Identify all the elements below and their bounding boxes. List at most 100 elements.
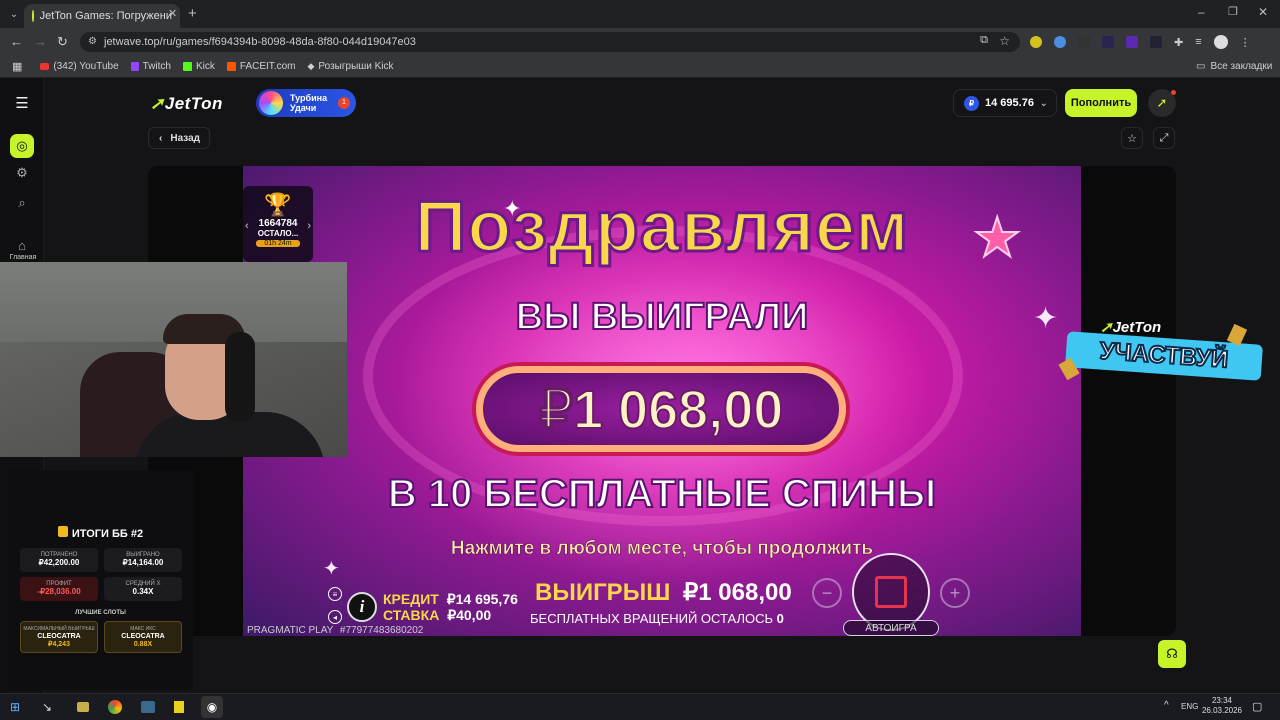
obs-icon[interactable]: ◉ bbox=[201, 696, 223, 718]
apps-grid-icon[interactable]: ▦ bbox=[12, 60, 22, 73]
won-card: ВЫИГРАНО ₽14,164.00 bbox=[104, 548, 182, 572]
star-icon: ☆ bbox=[1127, 132, 1137, 145]
tab-search-icon[interactable]: ⌄ bbox=[6, 6, 22, 22]
tournament-value: 1664784 bbox=[258, 218, 298, 229]
jetton-logo[interactable]: ➚JetTon bbox=[150, 94, 223, 114]
max-x-card: МАКС ИКС CLEOCATRA 0.88X bbox=[104, 621, 182, 653]
expand-icon: ⤢ bbox=[1159, 131, 1169, 144]
win-amount-plate: ₽1 068,00 bbox=[476, 366, 846, 452]
menu-hamburger-icon[interactable]: ☰ bbox=[9, 90, 35, 116]
credit-value: ₽14 695,76 bbox=[446, 591, 518, 607]
turbo-label: Турбина Удачи bbox=[290, 93, 328, 113]
app-icon[interactable]: ↘ bbox=[42, 700, 52, 714]
bookmark-kick-giveaways[interactable]: ◆ Розыгрыши Kick bbox=[307, 61, 393, 72]
app-icon[interactable] bbox=[141, 701, 155, 713]
chevron-left-icon[interactable]: ‹ bbox=[245, 220, 249, 232]
app-icon[interactable] bbox=[77, 702, 89, 712]
promo-participate-banner[interactable]: ➚JetTon УЧАСТВУЙ bbox=[1058, 318, 1270, 381]
all-bookmarks[interactable]: ▭ Все закладки bbox=[1196, 61, 1272, 72]
decrease-bet-button[interactable]: − bbox=[812, 578, 842, 608]
sound-icon[interactable]: ◂ bbox=[328, 610, 342, 624]
free-spins-left: БЕСПЛАТНЫХ ВРАЩЕНИЙ ОСТАЛОСЬ 0 bbox=[530, 611, 784, 626]
autoplay-button[interactable]: АВТОИГРА bbox=[843, 620, 939, 636]
turbo-luck-button[interactable]: Турбина Удачи 1 bbox=[256, 89, 356, 117]
turbo-badge: 1 bbox=[338, 97, 350, 109]
menu-lines-icon[interactable]: ≡ bbox=[328, 587, 342, 601]
topup-button[interactable]: Пополнить bbox=[1065, 89, 1137, 117]
menu-dots-icon[interactable]: ⋮ bbox=[1240, 36, 1251, 49]
youtube-icon bbox=[40, 63, 50, 70]
profile-avatar-icon[interactable] bbox=[1213, 35, 1228, 49]
settings-icon[interactable]: ⚙ bbox=[9, 160, 35, 186]
chrome-icon[interactable] bbox=[108, 700, 122, 714]
games-icon[interactable]: ◎ bbox=[10, 134, 34, 158]
site-info-icon[interactable]: ⚙ bbox=[88, 36, 97, 47]
favorite-button[interactable]: ☆ bbox=[1121, 127, 1143, 149]
media-icon[interactable]: ≡ bbox=[1195, 36, 1201, 48]
spent-card: ПОТРАЧЕНО ₽42,200.00 bbox=[20, 548, 98, 572]
puzzle-icon[interactable]: ✚ bbox=[1174, 36, 1183, 49]
notifications-icon[interactable]: ▢ bbox=[1252, 700, 1262, 713]
fs-left-label: БЕСПЛАТНЫХ ВРАЩЕНИЙ ОСТАЛОСЬ bbox=[530, 611, 774, 626]
restore-icon[interactable]: ❐ bbox=[1228, 5, 1238, 18]
bonus-hunt-stats: ИТОГИ ББ #2 ПОТРАЧЕНО ₽42,200.00 ВЫИГРАНО… bbox=[8, 470, 193, 690]
extension-icon[interactable] bbox=[1054, 36, 1066, 48]
forward-nav-icon[interactable]: → bbox=[34, 34, 47, 49]
avg-card: СРЕДНИЙ Х 0.34X bbox=[104, 577, 182, 601]
back-button[interactable]: ‹ Назад bbox=[148, 127, 210, 149]
windows-taskbar: ⊞ ↘ ◉ ^ ENG 23:34 26.03.2026 ▢ bbox=[0, 693, 1280, 720]
app-icon[interactable] bbox=[174, 701, 184, 713]
new-tab-icon[interactable]: + bbox=[188, 5, 197, 22]
bookmark-youtube[interactable]: (342) YouTube bbox=[40, 61, 119, 72]
lang-indicator[interactable]: ENG bbox=[1181, 702, 1198, 711]
info-icon[interactable]: i bbox=[347, 592, 377, 622]
bookmark-twitch[interactable]: Twitch bbox=[130, 61, 171, 72]
increase-bet-button[interactable]: + bbox=[940, 578, 970, 608]
profit-card: ПРОФИТ -₽28,036.00 bbox=[20, 577, 98, 601]
stop-square-icon bbox=[875, 576, 907, 608]
stats-title: ИТОГИ ББ #2 bbox=[8, 526, 193, 540]
bookmarks-bar: ▦ (342) YouTube Twitch Kick FACEIT.com ◆… bbox=[0, 56, 1280, 78]
folder-icon: ▭ bbox=[1196, 61, 1206, 72]
win-line: ВЫИГРЫШ ₽1 068,00 bbox=[535, 578, 792, 607]
extension-icon[interactable] bbox=[1078, 36, 1090, 48]
tray-up-icon[interactable]: ^ bbox=[1164, 700, 1169, 711]
clock[interactable]: 23:34 26.03.2026 bbox=[1200, 696, 1244, 716]
balance-value: 14 695.76 bbox=[985, 97, 1034, 109]
support-chat-button[interactable]: ☊ bbox=[1158, 640, 1186, 668]
twitch-icon bbox=[130, 62, 139, 71]
extension-icon[interactable] bbox=[1126, 36, 1138, 48]
trophy-icon: 🏆 bbox=[264, 192, 292, 217]
reload-icon[interactable]: ↻ bbox=[57, 34, 68, 50]
fullscreen-button[interactable]: ⤢ bbox=[1153, 127, 1175, 149]
bookmark-star-icon[interactable]: ☆ bbox=[999, 34, 1010, 48]
close-tab-icon[interactable]: ✕ bbox=[168, 7, 177, 20]
logo-arrow-icon: ➚ bbox=[150, 94, 165, 113]
url-text: jetwave.top/ru/games/f694394b-8098-48da-… bbox=[104, 36, 416, 48]
back-nav-icon[interactable]: ← bbox=[10, 34, 23, 49]
tournament-widget[interactable]: ‹ › 🏆 1664784 ОСТАЛО... 01h 24m bbox=[243, 186, 313, 262]
start-icon[interactable]: ⊞ bbox=[10, 700, 20, 714]
chevron-right-icon[interactable]: › bbox=[307, 220, 311, 232]
url-field[interactable]: ⚙ jetwave.top/ru/games/f694394b-8098-48d… bbox=[80, 32, 1020, 52]
extension-icon[interactable] bbox=[1102, 36, 1114, 48]
minimize-icon[interactable]: – bbox=[1198, 5, 1205, 19]
home-label: Главная bbox=[9, 254, 37, 261]
tournament-caption: ОСТАЛО... bbox=[257, 229, 299, 238]
win-value: ₽1 068,00 bbox=[682, 579, 792, 606]
bookmark-kick[interactable]: Kick bbox=[183, 61, 215, 72]
wheel-icon bbox=[259, 91, 283, 115]
install-icon[interactable]: ⧉ bbox=[980, 34, 988, 47]
provider-name: PRAGMATIC PLAY bbox=[247, 625, 334, 636]
balance-dropdown[interactable]: ₽ 14 695.76 ⌄ bbox=[953, 89, 1057, 117]
search-icon[interactable]: ⌕ bbox=[9, 190, 35, 216]
bookmark-faceit[interactable]: FACEIT.com bbox=[226, 61, 295, 72]
provider-line: PRAGMATIC PLAY #77977483680202 bbox=[247, 625, 423, 636]
extension-icon[interactable] bbox=[1030, 36, 1042, 48]
close-window-icon[interactable]: ✕ bbox=[1258, 5, 1268, 19]
credit-bet-block: КРЕДИТ ₽14 695,76 СТАВКА ₽40,00 bbox=[383, 591, 518, 623]
browser-tab[interactable]: JetTon Games: Погружени bbox=[24, 4, 180, 28]
extension-icon[interactable] bbox=[1150, 36, 1162, 48]
kick-icon: ◆ bbox=[307, 61, 315, 71]
game-canvas[interactable]: ★ ✦ ✦ ✦ Поздравляем ВЫ ВЫИГРАЛИ ₽1 068,0… bbox=[243, 166, 1081, 636]
